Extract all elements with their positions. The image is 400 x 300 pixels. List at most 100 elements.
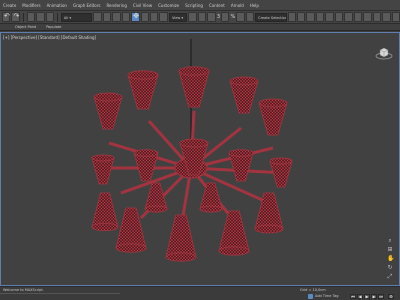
mirror-icon[interactable]	[287, 12, 296, 22]
pan-icon[interactable]: ✋	[387, 256, 394, 262]
perspective-viewport[interactable]: [+] [Perspective] [Standard] [Default Sh…	[0, 32, 400, 286]
lamp-shade	[133, 152, 159, 182]
lamp-shade-rim	[165, 252, 197, 262]
curve-editor-icon[interactable]	[334, 12, 344, 22]
tab-object-paint[interactable]: Object Paint	[10, 24, 41, 31]
previous-frame-icon[interactable]: ◀	[357, 294, 363, 299]
toggle-layer-explorer-icon[interactable]	[315, 12, 325, 22]
lamp-shade-rim	[258, 98, 288, 108]
lamp-shade-rim	[127, 70, 159, 80]
redo-icon[interactable]: ↷	[11, 12, 20, 22]
undo-icon[interactable]: ↶	[2, 12, 11, 22]
lamp-shade-rim	[91, 222, 119, 232]
angle-snap-icon[interactable]	[221, 12, 230, 22]
menu-graph-editors[interactable]: Graph Editors	[70, 0, 103, 11]
orbit-icon[interactable]: ↻	[387, 265, 393, 271]
time-config-icon[interactable]: ⚙	[388, 294, 394, 299]
select-manipulate-icon[interactable]	[197, 12, 207, 22]
percent-snap-icon[interactable]: %	[230, 14, 235, 20]
menu-customize[interactable]: Customize	[155, 0, 182, 11]
maximize-viewport-icon[interactable]: ⤢	[387, 274, 393, 280]
select-and-move-icon[interactable]: ✥	[131, 12, 140, 22]
render-production-icon[interactable]	[382, 12, 391, 22]
zoom-all-icon[interactable]: ⊞	[387, 247, 393, 253]
render-in-cloud-icon[interactable]	[391, 12, 400, 22]
rendered-frame-window-icon[interactable]	[372, 12, 382, 22]
keyboard-shortcut-override-icon[interactable]	[207, 12, 216, 22]
lamp-shade	[228, 152, 254, 182]
lamp-shade	[144, 182, 168, 210]
menu-help[interactable]: Help	[247, 0, 262, 11]
menu-rendering[interactable]: Rendering	[103, 0, 129, 11]
select-and-rotate-icon[interactable]	[140, 12, 150, 22]
link-icon[interactable]	[26, 12, 36, 22]
lamp-shade-rim	[115, 243, 147, 253]
lamp-shade-rim	[178, 66, 210, 76]
menu-scripting[interactable]: Scripting	[182, 0, 206, 11]
material-editor-icon[interactable]	[353, 12, 363, 22]
rectangular-selection-icon[interactable]	[112, 12, 121, 22]
align-icon[interactable]	[297, 12, 306, 22]
unlink-icon[interactable]	[36, 12, 45, 22]
tab-populate[interactable]: Populate	[41, 24, 66, 31]
menu-create[interactable]: Create	[0, 0, 19, 11]
toolbar-separator	[22, 12, 24, 22]
play-icon[interactable]: ▶	[364, 294, 370, 299]
time-tag-icon[interactable]	[308, 294, 313, 299]
toggle-scene-explorer-icon[interactable]	[306, 12, 315, 22]
timeline-track[interactable]	[0, 293, 120, 294]
lamp-shade-rim	[93, 92, 123, 102]
edit-named-selection-icon[interactable]	[245, 12, 255, 22]
lamp-shade-rim	[144, 205, 168, 213]
schematic-view-icon[interactable]	[344, 12, 353, 22]
lamp-shade-rim	[218, 246, 250, 256]
lamp-shade-rim	[199, 205, 223, 213]
chandelier-wireframe[interactable]	[1, 33, 400, 286]
snap-toggle-icon[interactable]: 3	[217, 14, 220, 20]
lamp-shade	[115, 207, 147, 249]
spinner-snap-icon[interactable]	[236, 12, 245, 22]
viewcube-icon[interactable]	[375, 45, 393, 63]
menu-modifiers[interactable]: Modifiers	[19, 0, 43, 11]
main-toolbar: ↶ ↷ All ▾ ✥ View ▾ 3 % Create Selection …	[0, 11, 400, 24]
select-object-icon[interactable]	[93, 12, 102, 22]
select-and-place-icon[interactable]	[159, 12, 168, 22]
reference-coordinate-dropdown[interactable]: View ▾	[168, 12, 188, 22]
bind-space-warp-icon[interactable]	[45, 12, 55, 22]
go-to-end-icon[interactable]: ⏭	[378, 294, 384, 299]
menu-content[interactable]: Content	[206, 0, 228, 11]
zoom-icon[interactable]: ⌕	[387, 238, 393, 244]
lamp-shade	[91, 192, 119, 228]
lamp-shade	[199, 182, 223, 210]
menu-animation[interactable]: Animation	[44, 0, 70, 11]
lamp-shade-rim	[133, 149, 159, 157]
lamp-shade-rim	[228, 149, 254, 157]
named-selection-sets-dropdown[interactable]: Create Selection Se	[255, 12, 287, 22]
lamp-shade	[218, 210, 250, 252]
pivot-center-icon[interactable]	[188, 12, 197, 22]
status-bar: Welcome to MAXScript. Grid = 10,0cm Add …	[0, 286, 400, 300]
next-frame-icon[interactable]: ▶	[371, 294, 377, 299]
selection-filter-dropdown[interactable]: All ▾	[60, 12, 93, 22]
render-setup-icon[interactable]	[363, 12, 372, 22]
lamp-shade-rim	[269, 157, 293, 165]
menu-bar: Create Modifiers Animation Graph Editors…	[0, 0, 400, 11]
lamp-shade-rim	[91, 154, 115, 162]
lamp-shade	[178, 70, 210, 108]
select-by-name-icon[interactable]	[102, 12, 112, 22]
lamp-shade	[127, 74, 159, 110]
window-crossing-icon[interactable]	[121, 12, 131, 22]
select-and-scale-icon[interactable]	[150, 12, 159, 22]
menu-civil-view[interactable]: Civil View	[130, 0, 155, 11]
menu-arnold[interactable]: Arnold	[228, 0, 247, 11]
toolbar-separator	[57, 12, 58, 22]
graphite-toolbar-icon[interactable]	[325, 12, 334, 22]
ribbon-tabs: Object Paint Populate	[0, 24, 400, 31]
go-to-start-icon[interactable]: ⏮	[350, 294, 356, 299]
add-time-tag[interactable]: Add Time Tag	[315, 294, 339, 298]
lamp-shade	[93, 96, 123, 130]
grid-size-readout: Grid = 10,0cm	[300, 288, 326, 292]
lamp-shade	[258, 102, 288, 136]
lamp-shade-rim	[229, 76, 259, 86]
lamp-shade	[165, 214, 197, 258]
